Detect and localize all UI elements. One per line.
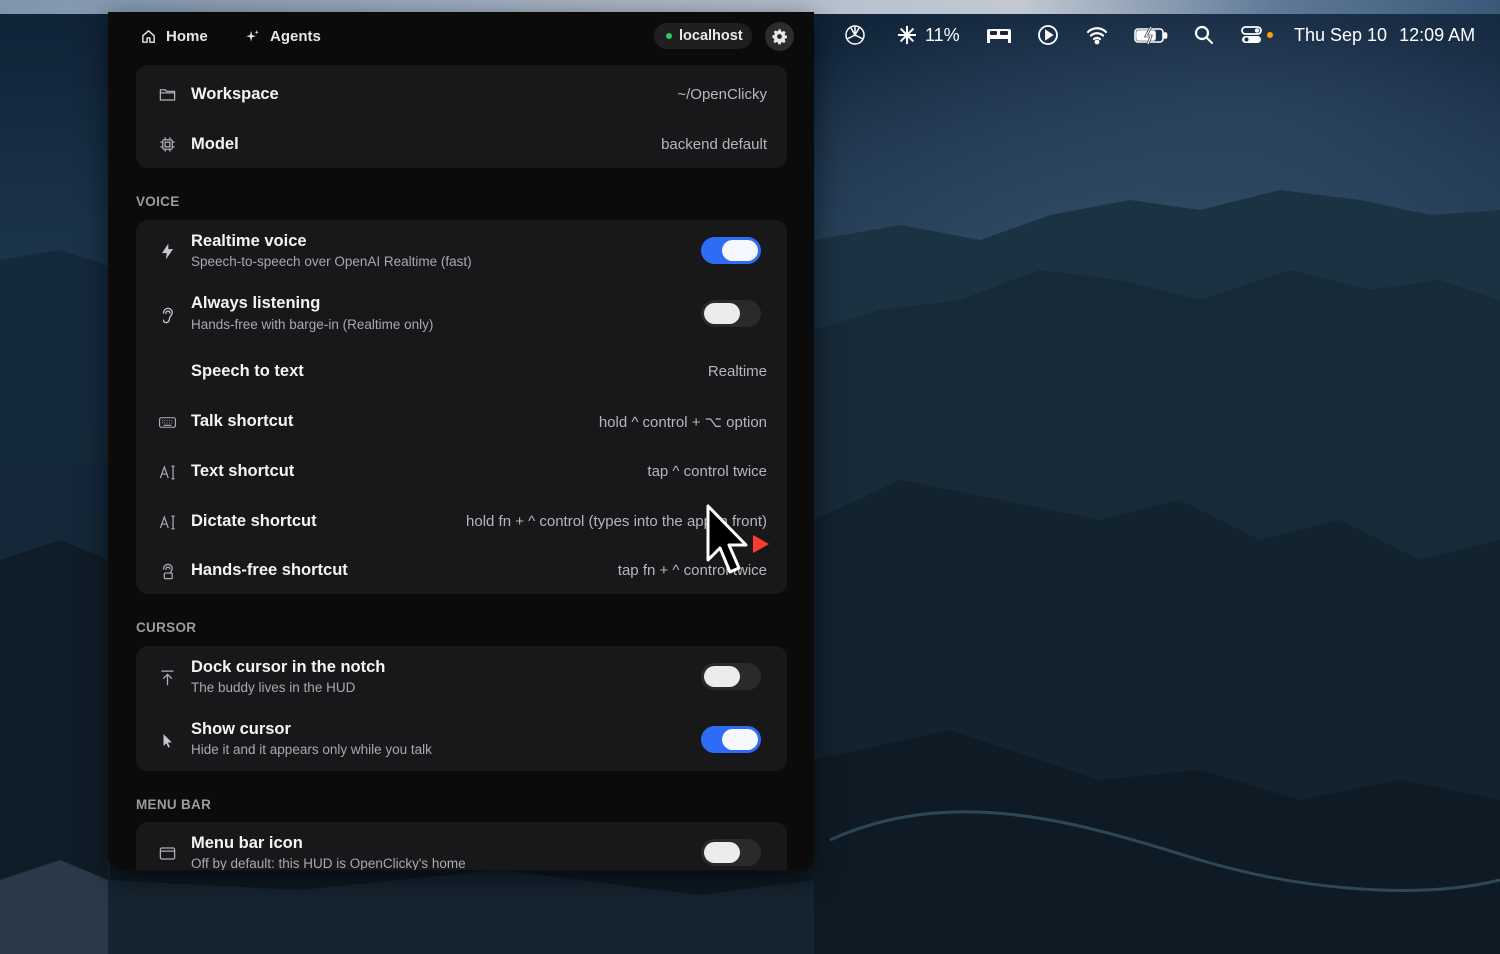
battery-charging-icon[interactable]	[1133, 22, 1169, 48]
wifi-icon[interactable]	[1085, 22, 1109, 48]
brightness-value: 11%	[925, 24, 960, 45]
show-cursor-subtitle: Hide it and it appears only while you ta…	[191, 742, 432, 757]
dock-cursor-subtitle: The buddy lives in the HUD	[191, 680, 356, 695]
agents-button[interactable]: Agents	[244, 25, 321, 47]
bolt-icon	[156, 240, 178, 262]
talk-shortcut-row[interactable]: Talk shortcut hold ^ control + ⌥ option	[136, 396, 787, 446]
always-listening-subtitle: Hands-free with barge-in (Realtime only)	[191, 317, 434, 332]
control-center-icon[interactable]	[1240, 22, 1274, 48]
chip-icon	[156, 133, 178, 155]
speech-to-text-row[interactable]: Speech to text Realtime	[136, 346, 787, 396]
always-listening-title: Always listening	[191, 294, 321, 312]
hud-top-bar: Home Agents localhost	[108, 12, 814, 60]
dock-cursor-toggle[interactable]	[701, 663, 761, 690]
menubar-card: Menu bar icon Off by default: this HUD i…	[136, 822, 787, 870]
cursor-card: Dock cursor in the notch The buddy lives…	[136, 646, 787, 771]
realtime-voice-toggle[interactable]	[701, 237, 761, 264]
text-shortcut-title: Text shortcut	[191, 462, 295, 480]
keyboard-icon	[156, 411, 178, 433]
menubar-icon-subtitle: Off by default: this HUD is OpenClicky's…	[191, 856, 466, 870]
dock-cursor-row: Dock cursor in the notch The buddy lives…	[136, 646, 787, 708]
talk-shortcut-title: Talk shortcut	[191, 412, 294, 430]
realtime-voice-title: Realtime voice	[191, 232, 307, 250]
ear-keyboard-icon	[156, 560, 178, 582]
speech-to-text-value: Realtime	[707, 363, 767, 380]
handsfree-shortcut-title: Hands-free shortcut	[191, 561, 348, 579]
show-cursor-toggle[interactable]	[701, 726, 761, 753]
agents-label: Agents	[270, 27, 321, 45]
arrow-to-top-icon	[156, 666, 178, 688]
realtime-voice-subtitle: Speech-to-speech over OpenAI Realtime (f…	[191, 254, 472, 269]
workspace-value: ~/OpenClicky	[677, 86, 767, 103]
menubar-time: 12:09 AM	[1399, 24, 1476, 45]
menubar-date: Thu Sep 10	[1294, 24, 1388, 45]
search-icon[interactable]	[1192, 22, 1216, 48]
dictate-shortcut-row[interactable]: Dictate shortcut hold fn + ^ control (ty…	[136, 496, 787, 546]
settings-button[interactable]	[765, 22, 794, 51]
openclicky-hud-panel: Home Agents localhost Workspace ~/OpenCl…	[108, 12, 814, 870]
menubar-section-title: MENU BAR	[136, 797, 212, 812]
voice-section-title: VOICE	[136, 194, 180, 209]
window-icon	[156, 842, 178, 864]
speech-to-text-title: Speech to text	[191, 362, 304, 380]
model-value: backend default	[661, 136, 767, 153]
sun-icon	[898, 26, 916, 44]
folder-icon	[156, 83, 178, 105]
dock-cursor-title: Dock cursor in the notch	[191, 658, 386, 676]
cursor-section-title: CURSOR	[136, 620, 197, 635]
play-icon[interactable]	[1036, 22, 1060, 48]
pointer-icon	[156, 729, 178, 751]
ear-icon	[156, 304, 178, 326]
menubar-icon-row: Menu bar icon Off by default: this HUD i…	[136, 822, 787, 870]
realtime-voice-row: Realtime voice Speech-to-speech over Ope…	[136, 220, 787, 282]
show-cursor-row: Show cursor Hide it and it appears only …	[136, 708, 787, 771]
text-cursor-icon	[156, 461, 178, 483]
talk-shortcut-value: hold ^ control + ⌥ option	[598, 414, 767, 431]
handsfree-shortcut-row[interactable]: Hands-free shortcut tap fn + ^ control t…	[136, 546, 787, 594]
model-row[interactable]: Model backend default	[136, 119, 787, 168]
mouse-pointer-icon	[706, 504, 748, 574]
voice-card: Realtime voice Speech-to-speech over Ope…	[136, 220, 787, 594]
always-listening-row: Always listening Hands-free with barge-i…	[136, 282, 787, 346]
workspace-card: Workspace ~/OpenClicky Model backend def…	[136, 65, 787, 168]
host-status-dot	[666, 33, 672, 39]
menubar-icon-toggle[interactable]	[701, 839, 761, 866]
host-label: localhost	[679, 28, 743, 44]
clock[interactable]: Thu Sep 10 12:09 AM	[1294, 22, 1475, 48]
bed-icon[interactable]	[985, 22, 1013, 48]
workspace-label: Workspace	[191, 85, 279, 103]
clicky-buddy-triangle-icon	[753, 535, 769, 553]
home-button[interactable]: Home	[140, 25, 208, 47]
text-shortcut-row[interactable]: Text shortcut tap ^ control twice	[136, 446, 787, 496]
host-status-badge[interactable]: localhost	[654, 23, 752, 49]
menubar-icon-title: Menu bar icon	[191, 834, 303, 852]
show-cursor-title: Show cursor	[191, 720, 291, 738]
openai-icon[interactable]	[843, 22, 867, 48]
sparkle-icon	[246, 29, 259, 41]
text-shortcut-value: tap ^ control twice	[647, 463, 767, 480]
brightness-indicator[interactable]: 11%	[895, 22, 960, 48]
model-label: Model	[191, 135, 239, 153]
home-icon	[142, 29, 155, 43]
always-listening-toggle[interactable]	[701, 300, 761, 327]
dictate-shortcut-title: Dictate shortcut	[191, 512, 317, 530]
text-cursor-icon	[156, 511, 178, 533]
home-label: Home	[166, 27, 208, 45]
workspace-row[interactable]: Workspace ~/OpenClicky	[136, 65, 787, 119]
gear-icon	[772, 29, 788, 45]
